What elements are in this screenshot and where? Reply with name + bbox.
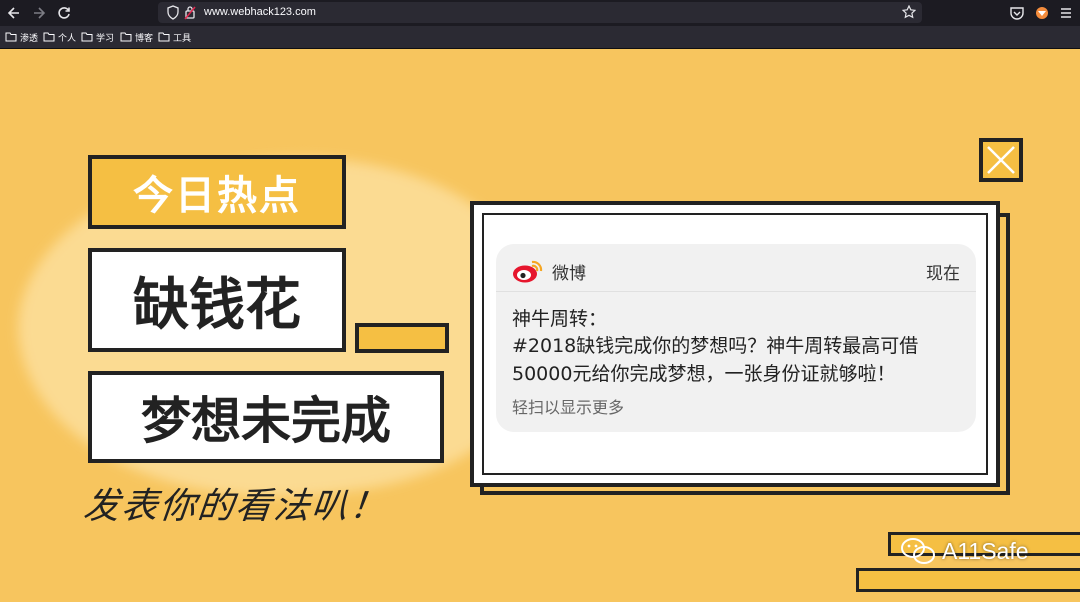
close-button[interactable] bbox=[979, 138, 1023, 182]
notification-card[interactable]: 微博 现在 神牛周转： #2018缺钱完成你的梦想吗？神牛周转最高可借50000… bbox=[496, 244, 976, 432]
notification-title: 神牛周转： bbox=[512, 308, 608, 330]
bookmark-folder[interactable]: 渗透 bbox=[5, 30, 38, 44]
folder-icon bbox=[120, 32, 132, 42]
divider bbox=[496, 291, 976, 292]
decorative-stripe bbox=[856, 568, 1080, 592]
shield-icon[interactable] bbox=[166, 5, 180, 20]
short-money-label: 缺钱花 bbox=[88, 248, 346, 352]
forward-button[interactable] bbox=[31, 5, 47, 21]
back-button[interactable] bbox=[6, 5, 22, 21]
dream-label: 梦想未完成 bbox=[88, 371, 444, 463]
notification-app-name: 微博 bbox=[552, 264, 586, 284]
notification-time: 现在 bbox=[926, 264, 960, 284]
notification-body: #2018缺钱完成你的梦想吗？神牛周转最高可借50000元给你完成梦想，一张身份… bbox=[512, 335, 919, 385]
folder-icon bbox=[43, 32, 55, 42]
bookmarks-bar: 渗透 个人 学习 博客 工具 bbox=[0, 26, 1080, 49]
address-bar[interactable]: www.webhack123.com bbox=[158, 2, 922, 23]
bookmark-star-icon[interactable] bbox=[902, 5, 916, 19]
folder-icon bbox=[5, 32, 17, 42]
folder-icon bbox=[158, 32, 170, 42]
swipe-hint: 轻扫以显示更多 bbox=[512, 398, 625, 417]
page-content: 今日热点 缺钱花 梦想未完成 发表你的看法叭！ 微博 现在 神牛周转： #201… bbox=[0, 49, 1080, 602]
hot-topic-label: 今日热点 bbox=[88, 155, 346, 229]
extension-fox-icon[interactable] bbox=[1034, 5, 1050, 21]
arrow-left-icon bbox=[7, 7, 19, 19]
bookmark-folder[interactable]: 博客 bbox=[120, 30, 153, 44]
url-text[interactable]: www.webhack123.com bbox=[204, 2, 316, 23]
decorative-bar bbox=[355, 323, 449, 353]
weibo-icon bbox=[513, 260, 543, 283]
comment-prompt: 发表你的看法叭！ bbox=[81, 486, 390, 527]
watermark: A11Safe bbox=[900, 536, 1029, 566]
menu-icon[interactable] bbox=[1058, 5, 1074, 21]
reload-icon bbox=[58, 7, 70, 19]
pocket-icon[interactable] bbox=[1009, 5, 1025, 21]
reload-button[interactable] bbox=[56, 5, 72, 21]
bookmark-label: 个人 bbox=[58, 33, 77, 44]
bookmark-label: 渗透 bbox=[20, 33, 39, 44]
bookmark-label: 工具 bbox=[173, 33, 192, 44]
bookmark-folder[interactable]: 个人 bbox=[43, 30, 76, 44]
arrow-right-icon bbox=[34, 7, 46, 19]
bookmark-folder[interactable]: 工具 bbox=[158, 30, 191, 44]
browser-toolbar: www.webhack123.com bbox=[0, 0, 1080, 26]
bookmark-folder[interactable]: 学习 bbox=[81, 30, 114, 44]
folder-icon bbox=[81, 32, 93, 42]
close-icon bbox=[987, 146, 1015, 174]
bookmark-label: 博客 bbox=[135, 33, 154, 44]
watermark-text: A11Safe bbox=[942, 537, 1029, 564]
wechat-icon bbox=[901, 538, 935, 564]
bookmark-label: 学习 bbox=[96, 33, 115, 44]
insecure-lock-icon[interactable] bbox=[184, 5, 196, 20]
